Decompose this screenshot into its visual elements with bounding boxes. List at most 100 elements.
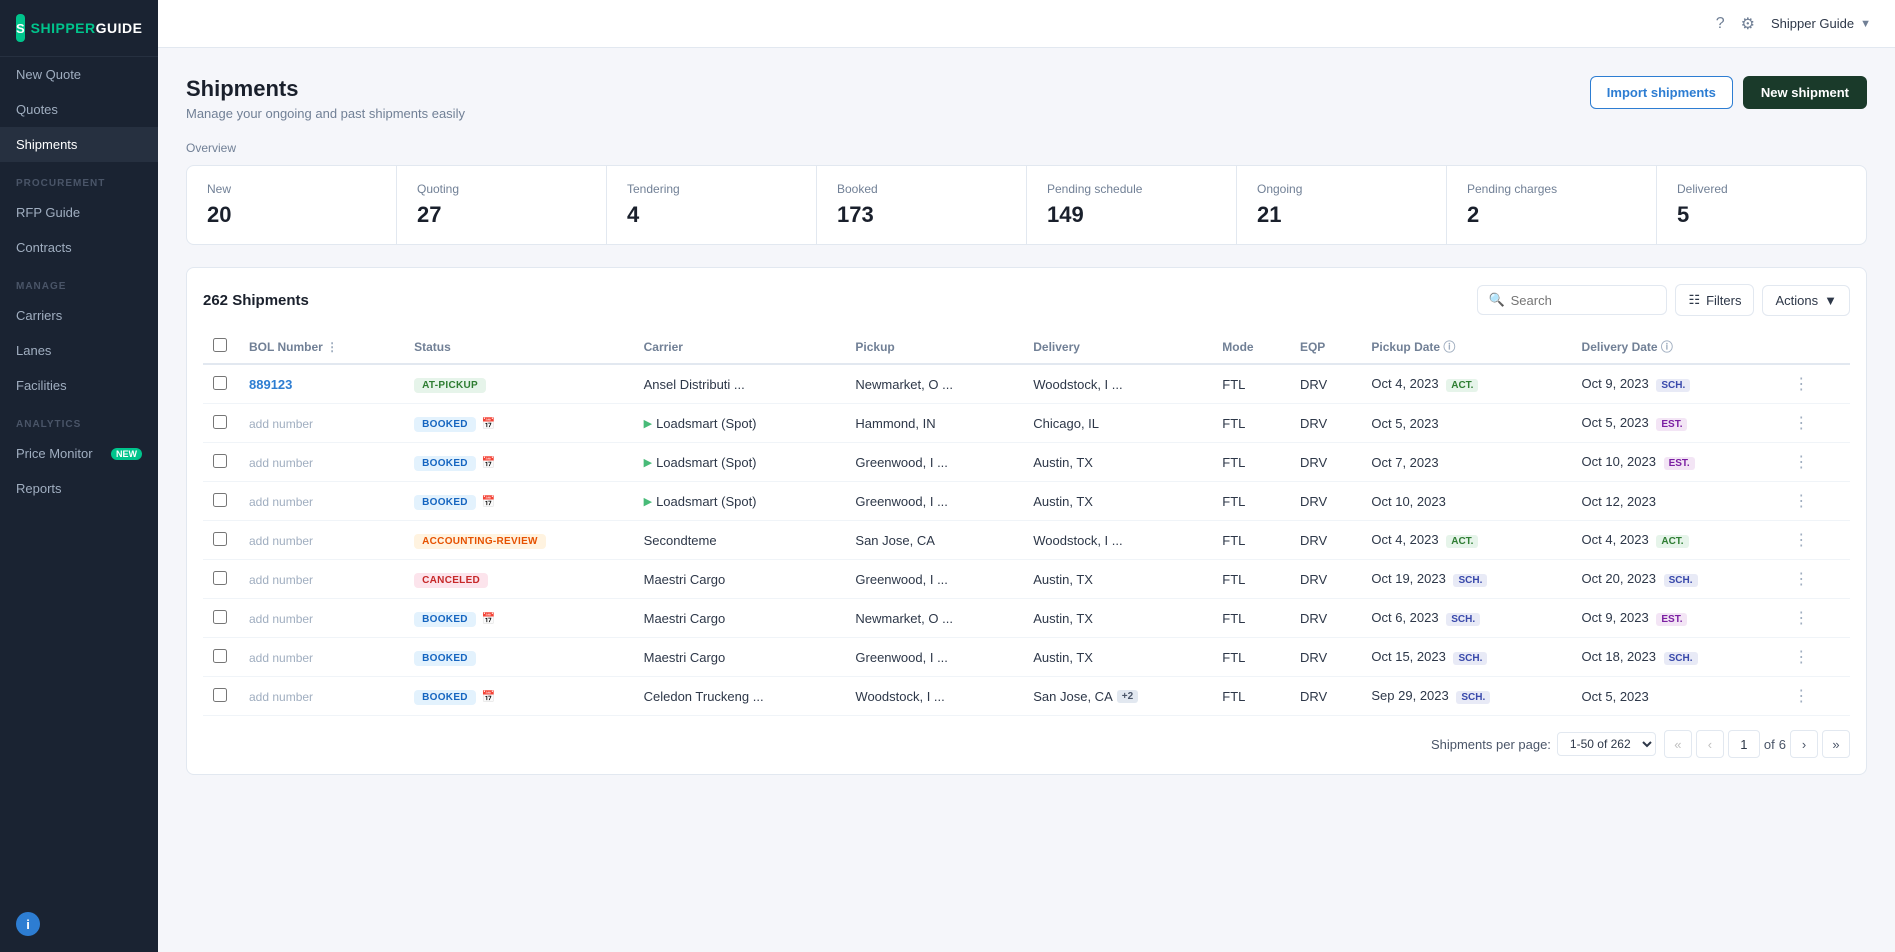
status-badge-2: BOOKED	[414, 456, 476, 471]
card-quoting[interactable]: Quoting 27	[397, 166, 607, 244]
card-new-value: 20	[207, 202, 376, 228]
page-number-input[interactable]	[1728, 730, 1760, 758]
card-pending-schedule[interactable]: Pending schedule 149	[1027, 166, 1237, 244]
bol-add-1[interactable]: add number	[249, 417, 313, 431]
shipments-label: Shipments	[16, 137, 77, 152]
status-badge-6: BOOKED	[414, 612, 476, 627]
page-size-select[interactable]: 1-50 of 262	[1557, 732, 1656, 756]
delivery-2: Austin, TX	[1033, 455, 1202, 470]
sidebar-nav-item-new-quote[interactable]: New Quote	[0, 57, 158, 92]
info-icon[interactable]: i	[16, 912, 40, 936]
sidebar-nav-item-facilities[interactable]: Facilities	[0, 368, 158, 403]
card-new[interactable]: New 20	[187, 166, 397, 244]
row-checkbox-5[interactable]	[213, 571, 227, 585]
pickup-0: Newmarket, O ...	[855, 377, 953, 392]
pickup-5: Greenwood, I ...	[855, 572, 948, 587]
delivery-tag-1: EST.	[1656, 418, 1687, 431]
row-checkbox-2[interactable]	[213, 454, 227, 468]
row-checkbox-7[interactable]	[213, 649, 227, 663]
app-logo[interactable]: S SHIPPERGUIDE	[0, 0, 158, 57]
row-more-button-4[interactable]: ⋮	[1787, 530, 1815, 551]
select-all-checkbox[interactable]	[213, 338, 227, 352]
sidebar-nav-item-lanes[interactable]: Lanes	[0, 333, 158, 368]
sidebar-nav-item-contracts[interactable]: Contracts	[0, 230, 158, 265]
page-per-label: Shipments per page: 1-50 of 262	[1431, 732, 1656, 756]
page-first-button[interactable]: «	[1664, 730, 1692, 758]
main-content: Shipments Manage your ongoing and past s…	[158, 48, 1895, 952]
user-menu[interactable]: Shipper Guide ▼	[1771, 16, 1871, 31]
pagination-label: Shipments per page:	[1431, 737, 1551, 752]
row-more-button-6[interactable]: ⋮	[1787, 608, 1815, 629]
row-checkbox-6[interactable]	[213, 610, 227, 624]
bol-sort-icon[interactable]: ⋮	[326, 340, 338, 354]
mode-1: FTL	[1222, 416, 1245, 431]
bol-add-8[interactable]: add number	[249, 690, 313, 704]
card-pending-schedule-label: Pending schedule	[1047, 182, 1216, 196]
card-tendering[interactable]: Tendering 4	[607, 166, 817, 244]
status-badge-4: ACCOUNTING-REVIEW	[414, 534, 546, 549]
row-more-button-1[interactable]: ⋮	[1787, 413, 1815, 434]
page-of-label: of	[1764, 737, 1775, 752]
bol-add-2[interactable]: add number	[249, 456, 313, 470]
import-shipments-button[interactable]: Import shipments	[1590, 76, 1733, 109]
sidebar-nav-item-rfp-guide[interactable]: RFP Guide	[0, 195, 158, 230]
pickup-3: Greenwood, I ...	[855, 494, 948, 509]
eqp-5: DRV	[1300, 572, 1327, 587]
row-checkbox-1[interactable]	[213, 415, 227, 429]
mode-8: FTL	[1222, 689, 1245, 704]
calendar-icon-1: 📅	[481, 418, 495, 430]
row-more-button-5[interactable]: ⋮	[1787, 569, 1815, 590]
new-quote-label: New Quote	[16, 67, 81, 82]
card-delivered[interactable]: Delivered 5	[1657, 166, 1866, 244]
actions-button[interactable]: Actions ▼	[1762, 285, 1850, 316]
status-badge-5: CANCELED	[414, 573, 488, 588]
sidebar-nav-item-reports[interactable]: Reports	[0, 471, 158, 506]
row-more-button-2[interactable]: ⋮	[1787, 452, 1815, 473]
bol-add-7[interactable]: add number	[249, 651, 313, 665]
search-input[interactable]	[1511, 293, 1657, 308]
sidebar-nav-item-shipments[interactable]: Shipments	[0, 127, 158, 162]
eqp-1: DRV	[1300, 416, 1327, 431]
sidebar-nav-item-quotes[interactable]: Quotes	[0, 92, 158, 127]
page-title: Shipments	[186, 76, 465, 102]
row-checkbox-8[interactable]	[213, 688, 227, 702]
row-checkbox-3[interactable]	[213, 493, 227, 507]
page-next-button[interactable]: ›	[1790, 730, 1818, 758]
new-shipment-button[interactable]: New shipment	[1743, 76, 1867, 109]
bol-add-6[interactable]: add number	[249, 612, 313, 626]
pickup-tag-6: SCH.	[1446, 613, 1480, 626]
th-pickup: Pickup	[845, 330, 1023, 364]
page-prev-button[interactable]: ‹	[1696, 730, 1724, 758]
settings-icon[interactable]: ⚙	[1741, 14, 1755, 34]
filters-button[interactable]: ☷ Filters	[1675, 284, 1754, 316]
bol-link-0[interactable]: 889123	[249, 377, 292, 392]
row-checkbox-0[interactable]	[213, 376, 227, 390]
search-box[interactable]: 🔍	[1477, 285, 1667, 315]
page-last-button[interactable]: »	[1822, 730, 1850, 758]
sidebar-nav-item-price-monitor[interactable]: Price Monitor NEW	[0, 436, 158, 471]
bol-add-4[interactable]: add number	[249, 534, 313, 548]
bol-add-5[interactable]: add number	[249, 573, 313, 587]
row-more-button-3[interactable]: ⋮	[1787, 491, 1815, 512]
pickup-date-8: Sep 29, 2023 SCH.	[1371, 688, 1490, 703]
row-more-button-8[interactable]: ⋮	[1787, 686, 1815, 707]
th-pickup-date: Pickup Date ⓘ	[1361, 330, 1571, 364]
bol-add-3[interactable]: add number	[249, 495, 313, 509]
mode-6: FTL	[1222, 611, 1245, 626]
pickup-8: Woodstock, I ...	[855, 689, 944, 704]
row-more-button-7[interactable]: ⋮	[1787, 647, 1815, 668]
sidebar-nav-item-carriers[interactable]: Carriers	[0, 298, 158, 333]
delivery-tag-4: ACT.	[1656, 535, 1688, 548]
row-more-button-0[interactable]: ⋮	[1787, 374, 1815, 395]
delivery-1: Chicago, IL	[1033, 416, 1202, 431]
calendar-icon-6: 📅	[481, 613, 495, 625]
help-icon[interactable]: ?	[1716, 15, 1725, 33]
lanes-label: Lanes	[16, 343, 51, 358]
card-pending-charges[interactable]: Pending charges 2	[1447, 166, 1657, 244]
pickup-date-0: Oct 4, 2023 ACT.	[1371, 376, 1478, 391]
carrier-4: Secondteme	[644, 533, 717, 548]
carrier-8: Celedon Truckeng ...	[644, 689, 764, 704]
row-checkbox-4[interactable]	[213, 532, 227, 546]
card-ongoing[interactable]: Ongoing 21	[1237, 166, 1447, 244]
card-booked[interactable]: Booked 173	[817, 166, 1027, 244]
